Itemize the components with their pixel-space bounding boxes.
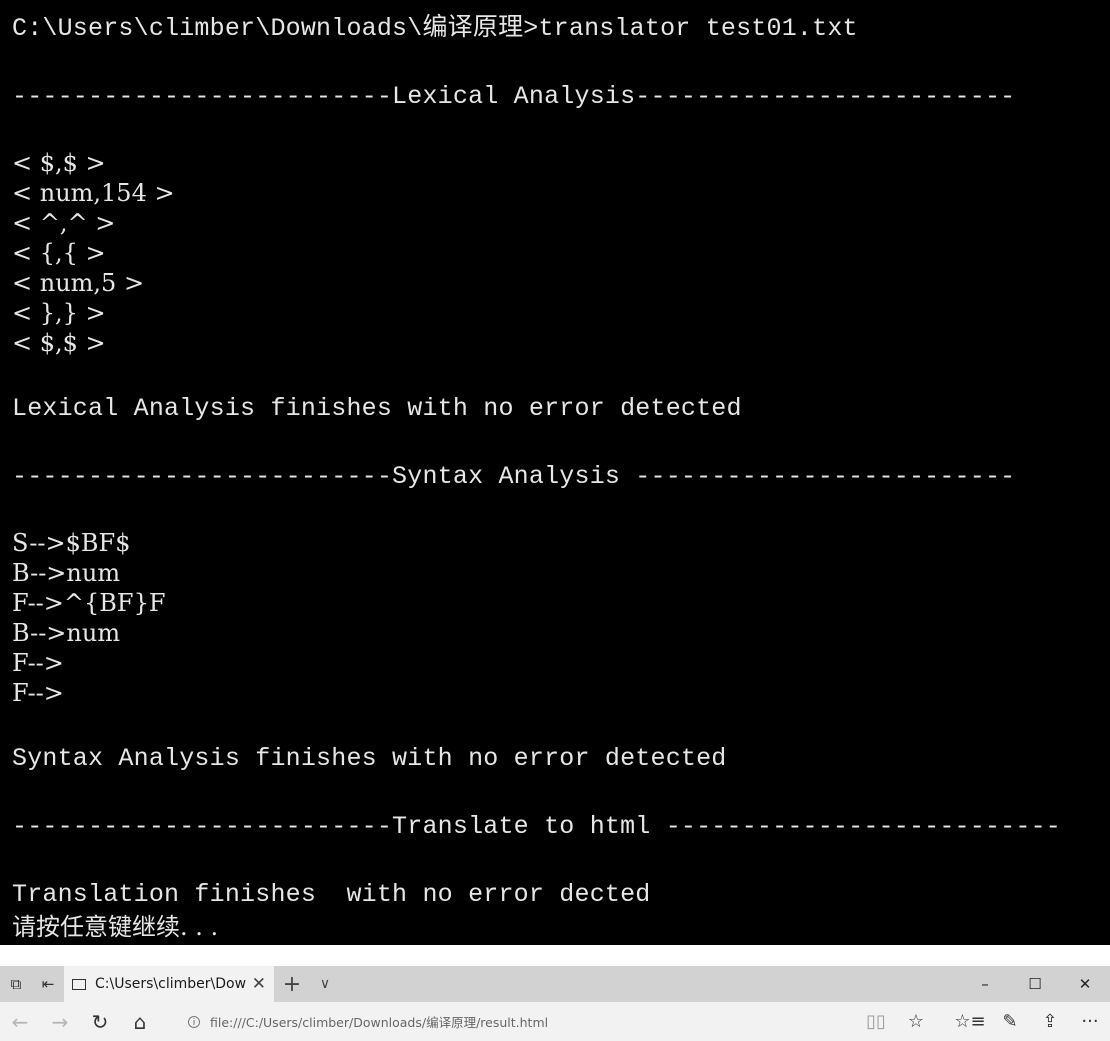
console-line: < },} > [12,299,106,327]
console-line: < {,{ > [12,239,106,267]
minimize-button[interactable]: – [960,966,1010,1002]
page-icon [72,978,86,990]
console-line: F--> [12,649,64,677]
chevron-down-icon[interactable]: ∨ [310,966,340,1002]
console-line: < ^,^ > [12,209,116,237]
close-window-button[interactable]: ✕ [1060,966,1110,1002]
console-line: F--> [12,679,64,707]
console-line: 请按任意键继续. . . [12,913,219,941]
new-tab-button[interactable]: + [274,966,310,1002]
console-window[interactable]: C:\Users\climber\Downloads\编译原理>translat… [0,0,1110,945]
back-button[interactable]: ← [0,1002,40,1041]
share-icon[interactable]: ⇪ [1030,1002,1070,1041]
console-line: -------------------------Syntax Analysis… [12,462,1016,491]
tab-title: C:\Users\climber\Downl [95,976,246,992]
home-button[interactable]: ⌂ [120,1002,160,1041]
console-line: -------------------------Translate to ht… [12,812,1061,841]
console-line: < $,$ > [12,149,106,177]
window-gap [0,945,1110,966]
set-aside-tabs-icon[interactable]: ⇤ [32,966,64,1002]
console-line: F-->^{BF}F [12,589,166,617]
browser-tab-bar: ⧉ ⇤ C:\Users\climber\Downl ✕ + ∨ – ☐ ✕ [0,966,1110,1002]
console-line: B-->num [12,559,121,587]
favorite-star-icon[interactable]: ☆ [896,1002,936,1041]
console-output: C:\Users\climber\Downloads\编译原理>translat… [12,12,1110,942]
reading-view-icon[interactable]: ▯▯ [856,1002,896,1041]
tab-bar-drag-area[interactable] [340,966,960,1002]
tab-result-html[interactable]: C:\Users\climber\Downl ✕ [64,966,274,1002]
console-line: < num,154 > [12,179,175,207]
more-icon[interactable]: ··· [1070,1002,1110,1041]
close-tab-icon[interactable]: ✕ [252,974,266,994]
console-line: < $,$ > [12,329,106,357]
tab-preview-icon[interactable]: ⧉ [0,966,32,1002]
refresh-button[interactable]: ↻ [80,1002,120,1041]
info-icon[interactable]: i [188,1015,200,1028]
favorites-list-icon[interactable]: ☆≡ [950,1002,990,1041]
console-line: Translation finishes with no error decte… [12,880,651,909]
console-line: Syntax Analysis finishes with no error d… [12,744,727,773]
url-text: file:///C:/Users/climber/Downloads/编译原理/… [210,1015,549,1030]
console-line: S-->$BF$ [12,529,131,557]
forward-button[interactable]: → [40,1002,80,1041]
notes-pen-icon[interactable]: ✎ [990,1002,1030,1041]
console-line: < num,5 > [12,269,145,297]
console-line: B-->num [12,619,121,647]
url-field[interactable]: i file:///C:/Users/climber/Downloads/编译原… [188,1007,788,1037]
console-line: C:\Users\climber\Downloads\编译原理>translat… [12,14,858,43]
maximize-button[interactable]: ☐ [1010,966,1060,1002]
browser-address-bar: ← → ↻ ⌂ i file:///C:/Users/climber/Downl… [0,1002,1110,1041]
console-line: Lexical Analysis finishes with no error … [12,394,742,423]
console-line: -------------------------Lexical Analysi… [12,82,1016,111]
